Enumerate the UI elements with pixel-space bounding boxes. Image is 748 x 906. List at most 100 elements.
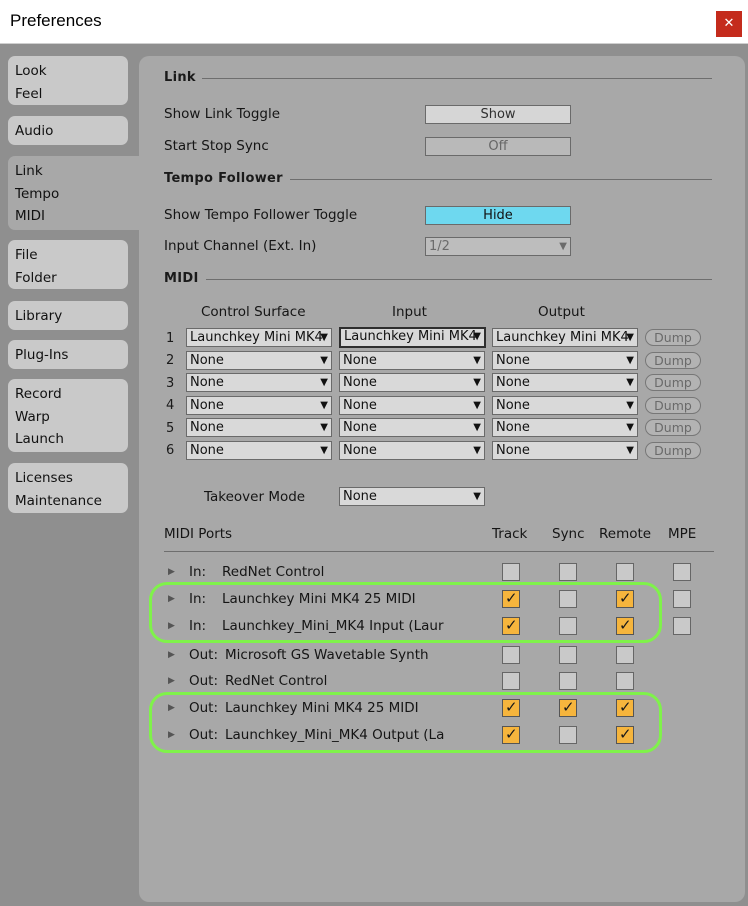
dump-button[interactable]: Dump <box>645 397 701 414</box>
tab-record-warp-launch[interactable]: Record Warp Launch <box>8 379 128 452</box>
expand-arrow-icon[interactable]: ▶ <box>168 676 175 686</box>
window-title: Preferences <box>10 11 102 30</box>
ports-divider <box>164 551 714 552</box>
track-checkbox[interactable] <box>502 672 520 690</box>
input-dropdown[interactable]: Launchkey Mini MK4 ▼ <box>339 327 486 348</box>
port-direction: Out: <box>189 673 219 689</box>
dropdown-value: None <box>190 420 224 435</box>
chevron-down-icon: ▼ <box>473 445 481 456</box>
chevron-down-icon: ▼ <box>320 400 328 411</box>
control-surface-dropdown[interactable]: None ▼ <box>186 396 332 415</box>
output-dropdown[interactable]: None ▼ <box>492 441 638 460</box>
output-dropdown[interactable]: None ▼ <box>492 396 638 415</box>
track-checkbox[interactable] <box>502 563 520 581</box>
tab-label: Look <box>15 63 47 79</box>
dropdown-value: Launchkey Mini MK4 <box>190 330 323 345</box>
dropdown-value: None <box>496 353 530 368</box>
chevron-down-icon: ▼ <box>473 355 481 366</box>
input-dropdown[interactable]: None ▼ <box>339 351 485 370</box>
dropdown-value: None <box>190 398 224 413</box>
row-number: 6 <box>166 443 175 458</box>
tab-library[interactable]: Library <box>8 301 128 330</box>
input-dropdown[interactable]: None ▼ <box>339 418 485 437</box>
dump-button[interactable]: Dump <box>645 329 701 346</box>
port-name: RedNet Control <box>222 564 325 580</box>
input-channel-label: Input Channel (Ext. In) <box>164 238 317 254</box>
control-surface-dropdown[interactable]: Launchkey Mini MK4 ▼ <box>186 328 332 347</box>
tab-look-feel[interactable]: Look Feel <box>8 56 128 105</box>
output-dropdown[interactable]: None ▼ <box>492 418 638 437</box>
col-header-mpe: MPE <box>668 526 697 542</box>
tab-label: Audio <box>15 123 54 139</box>
tempo-follower-toggle-label: Show Tempo Follower Toggle <box>164 207 358 223</box>
chevron-down-icon: ▼ <box>473 400 481 411</box>
close-icon: ✕ <box>723 16 735 31</box>
section-divider <box>290 179 712 180</box>
control-surface-dropdown[interactable]: None ▼ <box>186 418 332 437</box>
tab-label: Plug-Ins <box>15 347 69 363</box>
section-divider <box>202 78 712 79</box>
section-header-tempo-follower: Tempo Follower <box>164 171 283 186</box>
show-link-toggle-button[interactable]: Show <box>425 105 571 124</box>
control-surface-dropdown[interactable]: None ▼ <box>186 373 332 392</box>
dropdown-value: 1/2 <box>429 239 450 254</box>
close-button[interactable]: ✕ <box>716 11 742 37</box>
section-divider <box>206 279 712 280</box>
takeover-mode-dropdown[interactable]: None ▼ <box>339 487 485 506</box>
tab-label: Link <box>15 163 43 179</box>
tab-audio[interactable]: Audio <box>8 116 128 145</box>
input-dropdown[interactable]: None ▼ <box>339 441 485 460</box>
dropdown-value: None <box>496 375 530 390</box>
mpe-checkbox[interactable] <box>673 617 691 635</box>
tab-label: Maintenance <box>15 492 102 509</box>
input-dropdown[interactable]: None ▼ <box>339 373 485 392</box>
mpe-checkbox[interactable] <box>673 563 691 581</box>
row-number: 1 <box>166 331 175 346</box>
expand-arrow-icon[interactable]: ▶ <box>168 567 175 577</box>
control-surface-dropdown[interactable]: None ▼ <box>186 441 332 460</box>
tab-plug-ins[interactable]: Plug-Ins <box>8 340 128 369</box>
dump-button[interactable]: Dump <box>645 442 701 459</box>
dump-button[interactable]: Dump <box>645 374 701 391</box>
sync-checkbox[interactable] <box>559 563 577 581</box>
dump-button[interactable]: Dump <box>645 352 701 369</box>
remote-checkbox[interactable] <box>616 563 634 581</box>
dropdown-value: None <box>343 489 377 504</box>
output-dropdown[interactable]: Launchkey Mini MK4 ▼ <box>492 328 638 347</box>
dump-button[interactable]: Dump <box>645 419 701 436</box>
chevron-down-icon: ▼ <box>559 241 567 252</box>
col-header-output: Output <box>538 304 585 320</box>
expand-arrow-icon[interactable]: ▶ <box>168 650 175 660</box>
dropdown-value: None <box>343 398 377 413</box>
remote-checkbox[interactable] <box>616 646 634 664</box>
tab-file-folder[interactable]: File Folder <box>8 240 128 289</box>
input-dropdown[interactable]: None ▼ <box>339 396 485 415</box>
mpe-checkbox[interactable] <box>673 590 691 608</box>
chevron-down-icon: ▼ <box>473 491 481 502</box>
sync-checkbox[interactable] <box>559 646 577 664</box>
output-dropdown[interactable]: None ▼ <box>492 373 638 392</box>
control-surface-dropdown[interactable]: None ▼ <box>186 351 332 370</box>
chevron-down-icon: ▼ <box>626 445 634 456</box>
row-number: 3 <box>166 376 175 391</box>
tab-label: Feel <box>15 85 43 102</box>
remote-checkbox[interactable] <box>616 672 634 690</box>
chevron-down-icon: ▼ <box>473 422 481 433</box>
output-dropdown[interactable]: None ▼ <box>492 351 638 370</box>
dropdown-value: None <box>343 375 377 390</box>
show-link-toggle-label: Show Link Toggle <box>164 106 281 122</box>
dropdown-value: None <box>190 375 224 390</box>
dropdown-value: None <box>496 398 530 413</box>
input-channel-dropdown[interactable]: 1/2 ▼ <box>425 237 571 256</box>
chevron-down-icon: ▼ <box>626 422 634 433</box>
tab-label: MIDI <box>15 208 46 224</box>
track-checkbox[interactable] <box>502 646 520 664</box>
midi-ports-header: MIDI Ports <box>164 526 233 542</box>
tab-link-tempo-midi[interactable]: Link Tempo MIDI <box>8 156 142 230</box>
col-header-remote: Remote <box>599 526 652 542</box>
tab-licenses-maintenance[interactable]: Licenses Maintenance <box>8 463 128 513</box>
tab-label: Folder <box>15 269 57 286</box>
start-stop-sync-button[interactable]: Off <box>425 137 571 156</box>
tempo-follower-toggle-button[interactable]: Hide <box>425 206 571 225</box>
sync-checkbox[interactable] <box>559 672 577 690</box>
